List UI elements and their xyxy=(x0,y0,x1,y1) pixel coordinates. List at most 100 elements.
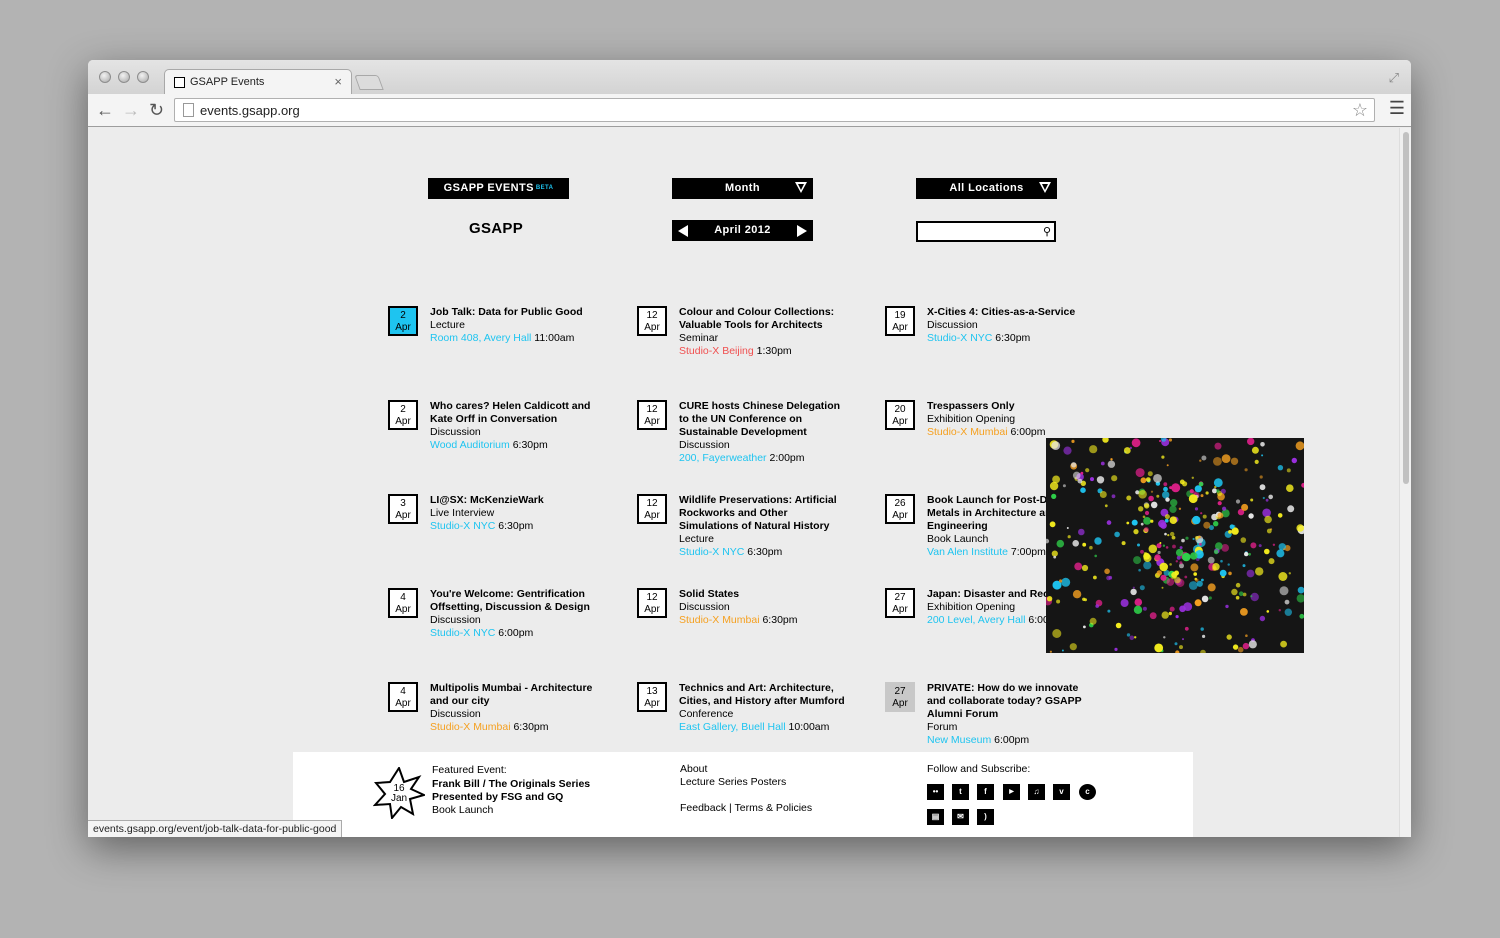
event-location[interactable]: Studio-X NYC xyxy=(430,627,495,639)
map-dot xyxy=(1230,457,1239,465)
tumblr-icon[interactable]: t xyxy=(952,784,969,800)
next-month-icon[interactable] xyxy=(797,225,807,237)
prev-month-icon[interactable] xyxy=(678,225,688,237)
map-dot xyxy=(1220,559,1223,563)
map-dot xyxy=(1051,441,1061,450)
about-link[interactable]: About xyxy=(680,763,707,776)
event-location[interactable]: Studio-X Mumbai xyxy=(679,614,760,626)
map-dot xyxy=(1135,468,1145,478)
reload-icon[interactable]: ↻ xyxy=(149,99,164,121)
scrollbar-thumb[interactable] xyxy=(1403,132,1409,484)
location-select-label: All Locations xyxy=(949,182,1024,194)
map-dot xyxy=(1266,610,1270,613)
map-dot xyxy=(1089,445,1098,454)
event-meta: Studio-X NYC 6:30pm xyxy=(679,546,849,559)
event-location[interactable]: Room 408, Avery Hall xyxy=(430,332,531,344)
map-dot xyxy=(1078,528,1085,536)
browser-tab[interactable]: GSAPP Events × xyxy=(164,69,352,95)
event-title[interactable]: Wildlife Preservations: Artificial Rockw… xyxy=(679,494,849,533)
copyright-icon[interactable]: c xyxy=(1079,784,1096,800)
map-dot xyxy=(1165,546,1169,549)
map-dot xyxy=(1169,486,1173,490)
map-dot xyxy=(1250,542,1257,549)
new-tab-button[interactable] xyxy=(354,75,384,90)
facebook-icon[interactable]: f xyxy=(977,784,994,800)
event-location[interactable]: Studio-X NYC xyxy=(679,546,744,558)
map-dot xyxy=(1248,513,1254,519)
vimeo-icon[interactable]: v xyxy=(1053,784,1070,800)
forward-icon[interactable]: → xyxy=(122,99,140,121)
event-type: Lecture xyxy=(679,533,715,545)
brand-title[interactable]: GSAPP EVENTS BETA xyxy=(428,178,569,199)
map-dot xyxy=(1052,475,1060,484)
youtube-icon[interactable]: ▶ xyxy=(1003,784,1020,800)
event-time: 6:30pm xyxy=(747,546,783,558)
map-dot xyxy=(1051,493,1057,499)
map-dot xyxy=(1184,626,1189,631)
bookmark-star-icon[interactable]: ☆ xyxy=(1352,100,1368,121)
map-dot xyxy=(1198,481,1204,487)
event-map[interactable] xyxy=(1046,438,1304,653)
event-location[interactable]: Studio-X Mumbai xyxy=(430,721,511,733)
event-title[interactable]: Who cares? Helen Caldicott and Kate Orff… xyxy=(430,400,600,426)
back-icon[interactable]: ← xyxy=(96,99,114,121)
map-dot xyxy=(1200,512,1203,515)
minimize-window-button[interactable] xyxy=(118,71,130,83)
itunes-icon[interactable]: ♫ xyxy=(1028,784,1045,800)
address-bar[interactable]: events.gsapp.org ☆ xyxy=(174,98,1375,122)
event-location[interactable]: 200 Level, Avery Hall xyxy=(927,614,1025,626)
search-icon[interactable]: ⚲ xyxy=(1043,225,1051,238)
map-dot xyxy=(1259,475,1263,479)
event-title[interactable]: Colour and Colour Collections: Valuable … xyxy=(679,306,849,332)
featured-title[interactable]: Frank Bill / The Originals Series Presen… xyxy=(432,778,602,804)
email-icon[interactable]: ✉ xyxy=(952,809,969,825)
event-title[interactable]: PRIVATE: How do we innovate and collabor… xyxy=(927,682,1097,721)
url-text[interactable]: events.gsapp.org xyxy=(200,103,300,118)
event-location[interactable]: New Museum xyxy=(927,734,991,746)
scrollbar[interactable] xyxy=(1399,128,1411,837)
event-title[interactable]: Trespassers Only xyxy=(927,400,1097,413)
tab-close-icon[interactable]: × xyxy=(334,74,342,89)
map-dot xyxy=(1126,495,1132,501)
event-type: Lecture xyxy=(430,319,466,331)
map-dot xyxy=(1266,528,1272,534)
map-dot xyxy=(1228,571,1232,576)
event-title[interactable]: CURE hosts Chinese Delegation to the UN … xyxy=(679,400,849,439)
fullscreen-icon[interactable]: ⤢ xyxy=(1389,70,1399,86)
menu-icon[interactable]: ☰ xyxy=(1389,98,1405,119)
close-window-button[interactable] xyxy=(99,71,111,83)
event-details: Trespassers Only Exhibition Opening Studio… xyxy=(927,400,1097,439)
event-title[interactable]: LI@SX: McKenzieWark xyxy=(430,494,600,507)
event-title[interactable]: Job Talk: Data for Public Good xyxy=(430,306,600,319)
event-day: 12 xyxy=(646,404,658,415)
event-title[interactable]: Technics and Art: Architecture, Cities, … xyxy=(679,682,849,708)
gsapp-logo[interactable]: GSAPP xyxy=(469,220,523,237)
event-location[interactable]: Wood Auditorium xyxy=(430,439,510,451)
feedback-link[interactable]: Feedback xyxy=(680,802,726,814)
newsletter-icon[interactable]: ▤ xyxy=(927,809,944,825)
map-dot xyxy=(1150,501,1158,509)
view-select[interactable]: Month xyxy=(672,178,813,199)
lecture-posters-link[interactable]: Lecture Series Posters xyxy=(680,776,786,789)
event-location[interactable]: East Gallery, Buell Hall xyxy=(679,721,786,733)
event-title[interactable]: Solid States xyxy=(679,588,849,601)
event-location[interactable]: Studio-X Beijing xyxy=(679,345,754,357)
event-location[interactable]: 200, Fayerweather xyxy=(679,452,767,464)
map-dot xyxy=(1188,494,1198,504)
event-title[interactable]: X-Cities 4: Cities-as-a-Service xyxy=(927,306,1097,319)
event-date-box: 4 Apr xyxy=(388,682,418,712)
location-select[interactable]: All Locations xyxy=(916,178,1057,199)
zoom-window-button[interactable] xyxy=(137,71,149,83)
event-details: Job Talk: Data for Public Good Lecture Roo… xyxy=(430,306,600,345)
event-location[interactable]: Studio-X Mumbai xyxy=(927,426,1008,438)
rss-icon[interactable]: ) xyxy=(977,809,994,825)
event-title[interactable]: You're Welcome: Gentrification Offsettin… xyxy=(430,588,600,614)
event-title[interactable]: Multipolis Mumbai - Architecture and our… xyxy=(430,682,600,708)
event-location[interactable]: Van Alen Institute xyxy=(927,546,1008,558)
event-location[interactable]: Studio-X NYC xyxy=(430,520,495,532)
event-location[interactable]: Studio-X NYC xyxy=(927,332,992,344)
search-input[interactable]: ⚲ xyxy=(916,221,1056,242)
flickr-icon[interactable]: •• xyxy=(927,784,944,800)
map-dot xyxy=(1301,482,1304,488)
terms-link[interactable]: Terms & Policies xyxy=(735,802,813,814)
